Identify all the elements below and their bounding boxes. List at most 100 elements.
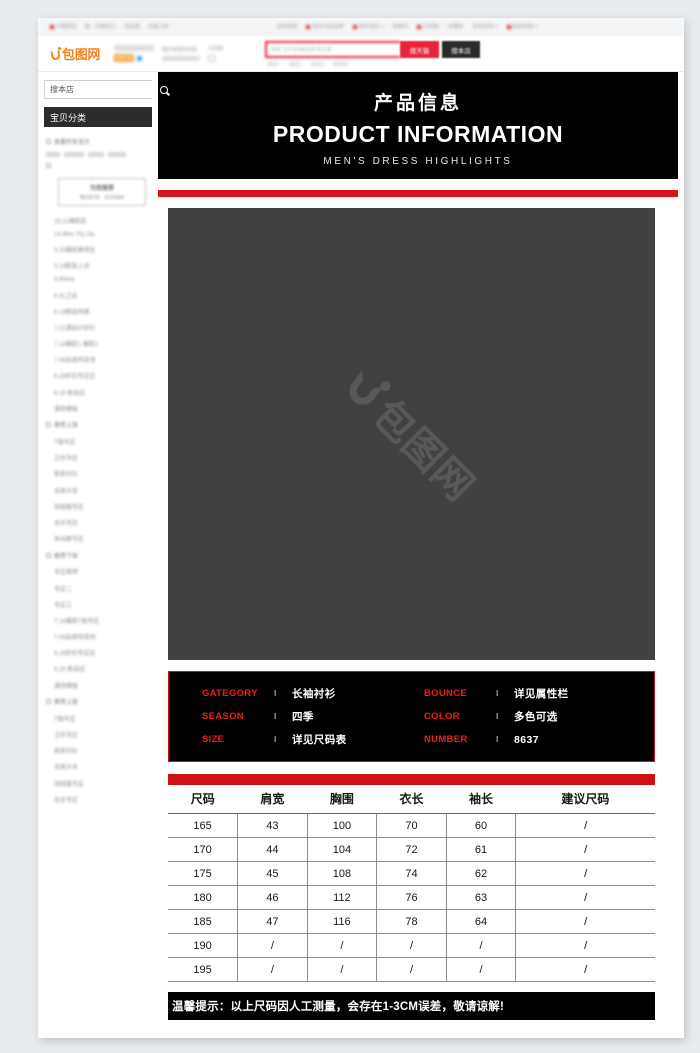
spec-cell: SEASON I 四季 <box>169 709 424 724</box>
sidebar-item[interactable]: 7.06品类特卖场 <box>44 629 152 645</box>
table-row: 185 47 116 78 64 / <box>168 909 655 934</box>
promo-line-1: 为您推荐 <box>89 186 114 192</box>
top-nav-item-login[interactable]: 请您登录 <box>277 23 298 30</box>
sidebar-item[interactable]: 8.19精选特惠 <box>44 303 152 319</box>
table-cell: 61 <box>446 837 517 862</box>
hot-word[interactable]: 热词二 <box>289 61 304 68</box>
hot-word[interactable]: 热词四 <box>333 61 348 68</box>
collapse-icon <box>46 139 51 144</box>
table-cell: / <box>307 957 378 982</box>
top-nav-item[interactable]: 喵 - 天猫双11 <box>85 23 116 30</box>
sidebar-item[interactable]: 6.15 新品区 <box>44 661 152 677</box>
sidebar-item[interactable]: 休闲裤专区 <box>44 531 152 547</box>
sidebar-item[interactable]: 专区二 <box>44 580 152 596</box>
sidebar-item[interactable]: 新款衬衫 <box>44 743 152 759</box>
hot-word[interactable]: 热词三 <box>311 61 326 68</box>
top-nav-item-support[interactable]: 商家支持 ▾ <box>473 23 498 30</box>
sidebar-item[interactable]: 羽绒服专区 <box>44 775 152 791</box>
table-cell: 45 <box>237 861 308 886</box>
sidebar-item[interactable]: 5.20爆款推荐区 <box>44 241 152 257</box>
spec-key: COLOR <box>424 711 460 722</box>
b-logo-mark-icon <box>340 362 393 414</box>
table-cell: 46 <box>237 885 308 910</box>
sidebar-item[interactable]: 毛衣专区 <box>44 514 152 530</box>
table-cell: 63 <box>446 885 517 910</box>
sidebar-group-title[interactable]: 推荐上架 <box>44 416 152 433</box>
spec-cell: COLOR I 多色可选 <box>424 709 644 724</box>
sidebar-item[interactable]: 卫衣专区 <box>44 450 152 466</box>
table-cell: / <box>515 909 655 934</box>
sidebar-item[interactable]: 毛衣专区 <box>44 791 152 807</box>
sidebar-item[interactable]: 9.8New <box>44 274 152 287</box>
table-cell: 104 <box>307 837 378 862</box>
shop-name-bar <box>114 45 155 51</box>
sidebar-item[interactable]: 7.06品类特卖场 <box>44 352 152 368</box>
sidebar-chip[interactable] <box>46 152 60 157</box>
site-logo[interactable]: 包图网 <box>50 44 100 63</box>
search-input[interactable]: 搜索 宝贝/店铺/品牌/淘宝客 <box>265 41 400 58</box>
table-row: 165 43 100 70 60 / <box>168 813 655 838</box>
mobile-qr-block[interactable]: 手机版 <box>208 45 223 62</box>
top-nav-item-favorites[interactable]: 收藏夹 <box>448 23 464 30</box>
sidebar-group-title[interactable]: 推荐下架 <box>44 547 152 564</box>
table-cell: / <box>515 861 655 886</box>
top-nav-item[interactable]: 淘宝网 <box>124 23 140 30</box>
collapse-icon <box>46 163 51 168</box>
sidebar-item[interactable]: 通用模板 <box>44 400 152 416</box>
sidebar-chip[interactable] <box>88 152 104 157</box>
top-nav-item[interactable]: 中国质造 <box>50 23 77 30</box>
top-nav-item-mobile[interactable]: 手机版 <box>417 23 439 30</box>
sidebar-subgroup-toggle[interactable] <box>44 159 152 172</box>
sidebar-item[interactable]: 新款衬衫 <box>44 466 152 482</box>
sidebar-item[interactable]: 专区推荐 <box>44 564 152 580</box>
sidebar-category-list: 查看所有宝贝 为您推荐 每日8:00 - 10:00AM 15.11爆款区 14… <box>44 133 152 807</box>
sidebar-item[interactable]: 9.19新款上衣 <box>44 258 152 274</box>
sidebar-item[interactable]: 7.21潮品针织衫 <box>44 319 152 335</box>
table-cell: / <box>446 957 517 982</box>
sidebar-item[interactable]: 专区三 <box>44 596 152 612</box>
sidebar-item[interactable]: 6.28折扣专区区 <box>44 368 152 384</box>
sidebar-item[interactable]: 14.8fen Thj Ula <box>44 228 152 241</box>
sidebar-chip[interactable] <box>108 152 126 157</box>
size-table-header-cell: 胸围 <box>307 785 377 814</box>
page-body: 宝贝分类 查看所有宝贝 为您推荐 每日8:00 - 10:00AM <box>38 72 684 1037</box>
hot-word[interactable]: 热词一 <box>267 61 282 68</box>
shop-search-input[interactable] <box>45 81 160 98</box>
search-tmall-button[interactable]: 搜天猫 <box>400 41 439 58</box>
table-cell: 62 <box>446 861 517 886</box>
sidebar-item[interactable]: 15.11爆款区 <box>44 212 152 228</box>
sidebar-group-title[interactable]: 推荐上架 <box>44 693 152 710</box>
sidebar-item[interactable]: 通用模板 <box>44 677 152 693</box>
sidebar-item[interactable]: T恤专区 <box>44 433 152 449</box>
top-nav-item[interactable]: 天猫上新 <box>148 23 169 30</box>
size-table-red-rule <box>168 774 655 785</box>
top-nav-item-mytaobao[interactable]: 我的淘宝 ▾ <box>352 23 384 30</box>
top-nav-item-brands[interactable]: 我关注的品牌 <box>306 23 343 30</box>
sidebar-item[interactable]: 羽绒服专区 <box>44 498 152 514</box>
sidebar-item[interactable]: 7.14爆款T恤专区 <box>44 612 152 628</box>
sidebar-item[interactable]: 6.28折扣专区区 <box>44 645 152 661</box>
sidebar-chip[interactable] <box>64 152 84 157</box>
table-cell: 180 <box>168 885 239 910</box>
sidebar-item[interactable]: 6.15 新品区 <box>44 384 152 400</box>
sidebar-item[interactable]: 毛呢大衣 <box>44 482 152 498</box>
search-shop-button[interactable]: 搜本店 <box>442 41 480 58</box>
top-nav-item-cart[interactable]: 购物车 <box>393 23 409 30</box>
spec-separator: I <box>496 735 499 744</box>
table-cell: 60 <box>446 813 517 838</box>
sidebar-item[interactable]: 9.31卫衣 <box>44 287 152 303</box>
sidebar-group-title[interactable]: 查看所有宝贝 <box>44 133 152 150</box>
b-logo-mark-icon <box>50 47 61 61</box>
sidebar-item[interactable]: T恤专区 <box>44 710 152 726</box>
sidebar-item[interactable]: 毛呢大衣 <box>44 759 152 775</box>
sidebar-item[interactable]: 卫衣专区 <box>44 726 152 742</box>
table-cell: 43 <box>237 813 308 838</box>
heart-icon <box>306 24 311 29</box>
qr-code-icon <box>208 55 216 62</box>
table-cell: 195 <box>168 957 239 982</box>
sidebar-promo-box[interactable]: 为您推荐 每日8:00 - 10:00AM <box>58 178 146 206</box>
table-cell: 44 <box>237 837 308 862</box>
table-cell: 112 <box>307 885 378 910</box>
sidebar-item[interactable]: 7.14爆款1 爆款2 <box>44 336 152 352</box>
top-nav-item-sitemap[interactable]: 网站导航 ▾ <box>506 23 538 30</box>
